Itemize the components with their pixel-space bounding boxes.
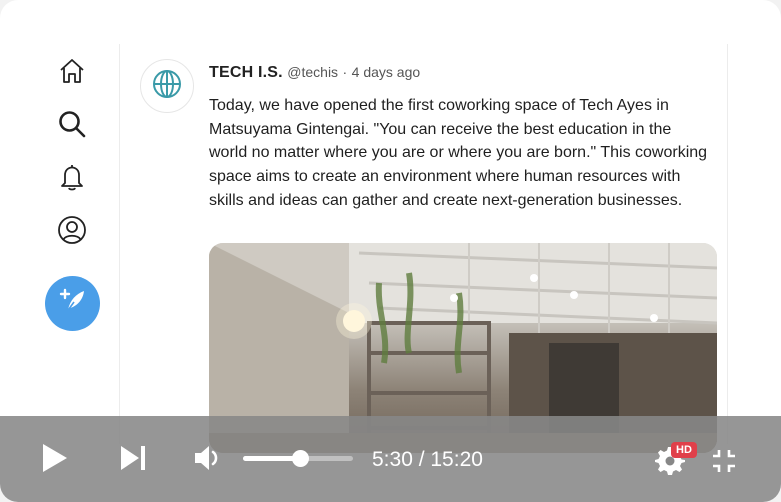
- play-icon[interactable]: [38, 442, 70, 474]
- profile-icon[interactable]: [56, 214, 88, 246]
- feather-plus-icon: [58, 286, 88, 321]
- author-handle[interactable]: @techis: [287, 64, 338, 80]
- volume-slider[interactable]: [243, 450, 353, 467]
- sidebar: [0, 44, 120, 444]
- hd-badge: HD: [671, 442, 697, 458]
- tweet-card: TECH I.S. @techis · 4 days ago Today, we…: [120, 44, 728, 453]
- bell-icon[interactable]: [56, 161, 88, 193]
- volume-icon[interactable]: [193, 443, 225, 473]
- author-name[interactable]: TECH I.S.: [209, 64, 283, 81]
- tweet-header: TECH I.S. @techis · 4 days ago: [209, 64, 420, 82]
- exit-fullscreen-icon[interactable]: [711, 448, 737, 474]
- skip-next-icon[interactable]: [118, 443, 148, 473]
- globe-logo-icon: [151, 68, 183, 105]
- app-frame: TECH I.S. @techis · 4 days ago Today, we…: [0, 0, 781, 502]
- tweet-text: Today, we have opened the first coworkin…: [209, 97, 708, 209]
- avatar[interactable]: [140, 59, 194, 113]
- compose-button[interactable]: [45, 276, 100, 331]
- home-icon[interactable]: [56, 55, 88, 87]
- volume-thumb[interactable]: [292, 450, 310, 467]
- search-icon[interactable]: [56, 108, 88, 140]
- player-controls: 5:30 / 15:20 HD: [0, 416, 781, 502]
- separator-dot: ·: [342, 64, 348, 80]
- timecode: 5:30 / 15:20: [372, 448, 483, 471]
- timestamp[interactable]: 4 days ago: [352, 64, 421, 80]
